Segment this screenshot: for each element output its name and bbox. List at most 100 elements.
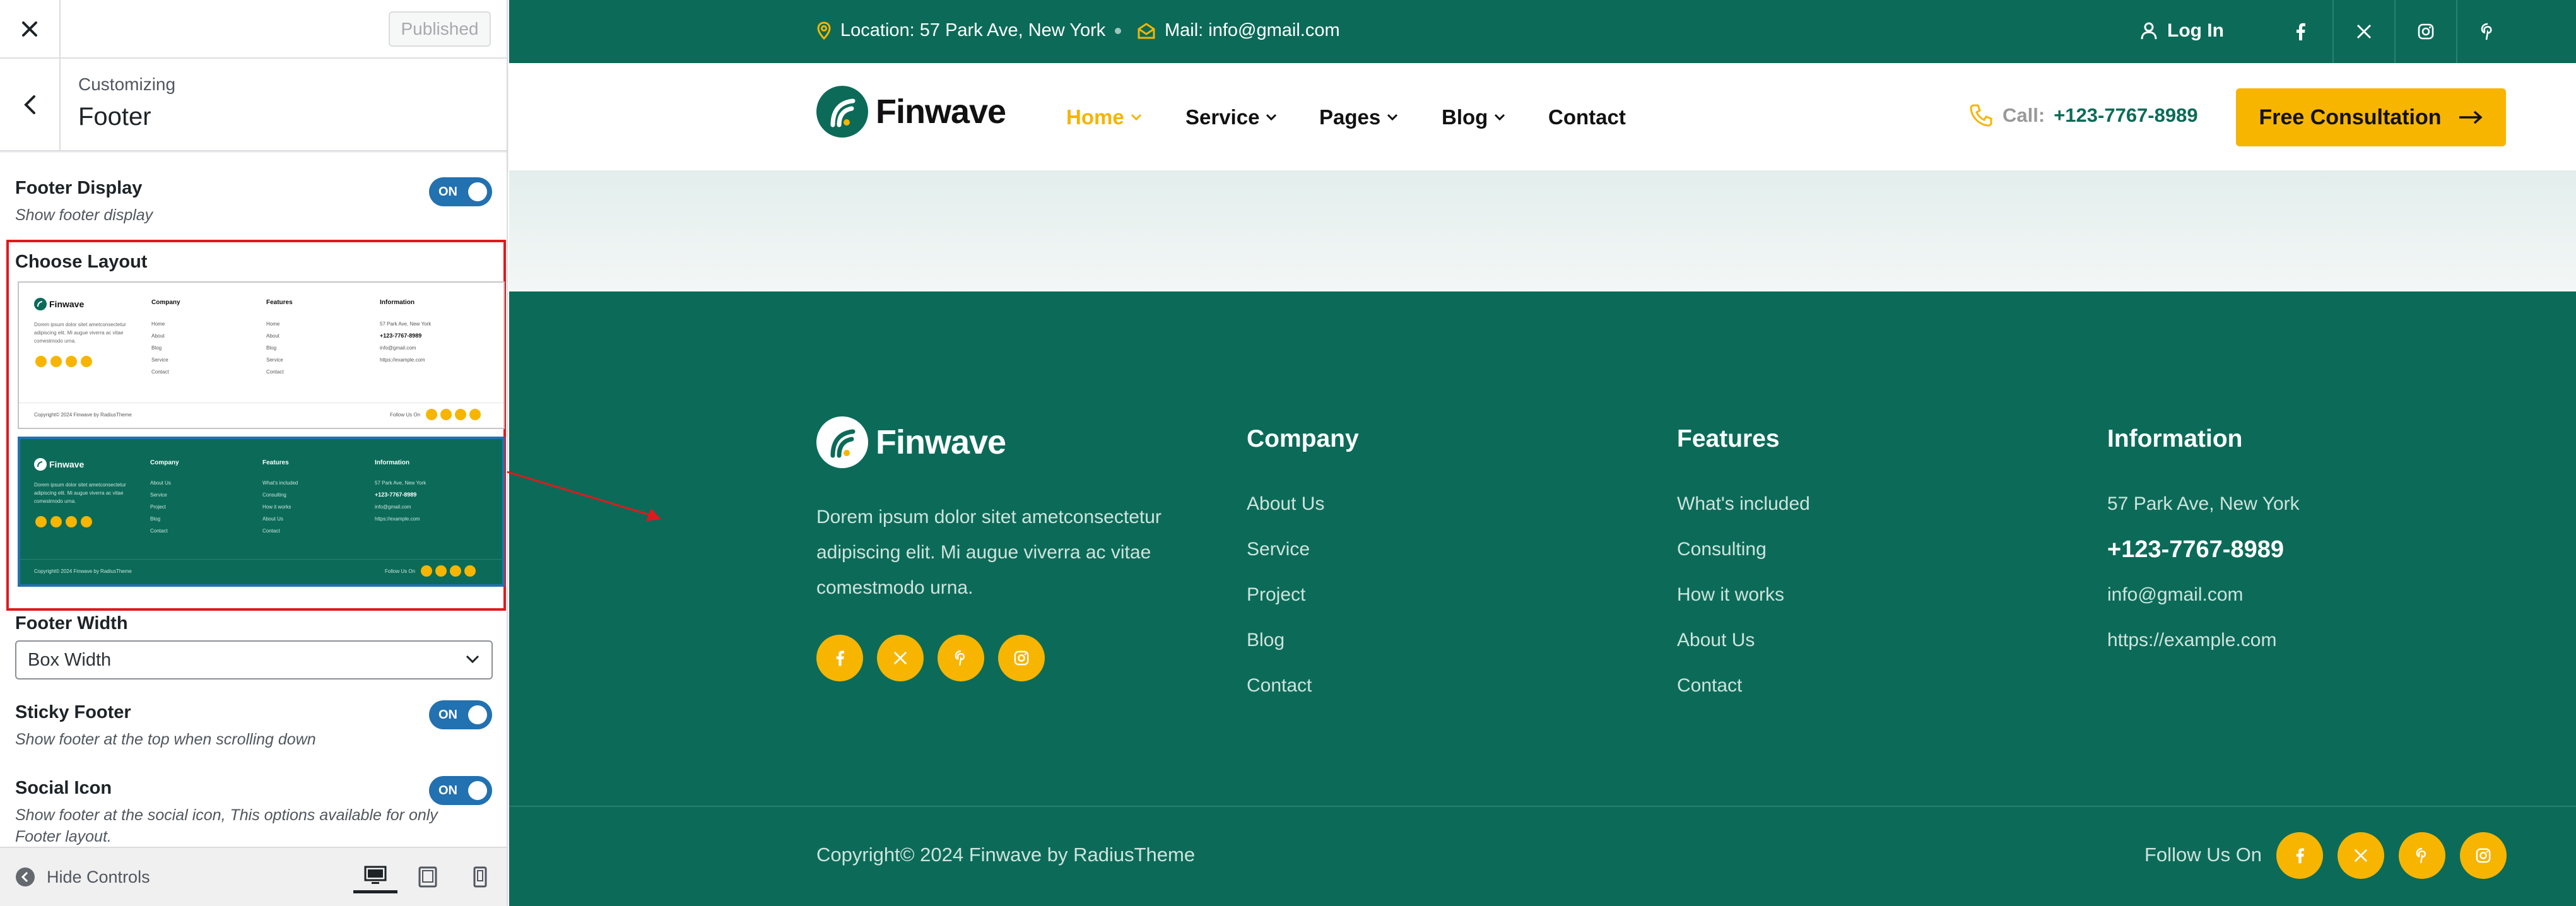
preview-tablet-button[interactable] [406, 861, 450, 893]
hide-controls-button[interactable]: Hide Controls [15, 867, 150, 887]
published-button[interactable]: Published [389, 11, 491, 47]
thumb-link: Contact [262, 528, 280, 534]
thumb-col2-title: Features [262, 459, 289, 466]
nav-blog-label: Blog [1442, 105, 1488, 129]
topbar-facebook[interactable] [2269, 0, 2331, 63]
thumb-col3: 57 Park Ave, New York +123-7767-8989 info@… [375, 477, 426, 525]
close-icon [22, 21, 37, 37]
close-button[interactable] [0, 0, 61, 58]
thumb-follow-label: Follow Us On [385, 568, 416, 574]
footer-link[interactable]: How it works [1677, 584, 1784, 606]
toggle-label: ON [438, 784, 457, 797]
thumb-divider [20, 559, 502, 560]
tablet-icon [418, 866, 437, 888]
footer-link[interactable]: What's included [1677, 493, 1810, 515]
footer-phone[interactable]: +123-7767-8989 [2107, 536, 2284, 563]
thumb-link: What's included [262, 480, 298, 486]
back-button[interactable] [0, 59, 61, 150]
footer-link[interactable]: Service [1247, 539, 1310, 560]
free-consultation-button[interactable]: Free Consultation [2236, 88, 2506, 146]
footer-email[interactable]: info@gmail.com [2107, 584, 2244, 606]
logo-icon [34, 298, 47, 310]
facebook-icon [2297, 23, 2305, 40]
user-icon [2141, 22, 2157, 40]
footer-display-title: Footer Display [15, 178, 143, 198]
topbar-x[interactable] [2332, 0, 2394, 63]
login-link[interactable]: Log In [2141, 20, 2224, 42]
toggle-knob [468, 781, 487, 800]
thumb-link: Contact [266, 369, 284, 375]
social-icon-toggle[interactable]: ON [429, 776, 492, 805]
x-icon [2354, 849, 2368, 862]
layout-option-light[interactable]: Finwave Dorem ipsum dolor sitet ametcons… [18, 281, 505, 429]
footer-x[interactable] [877, 635, 924, 681]
customizer-header: Published [0, 0, 507, 59]
chevron-down-icon [1131, 114, 1141, 121]
thumb-col1-title: Company [150, 459, 179, 466]
chevron-down-icon [466, 655, 479, 664]
nav-home[interactable]: Home [1066, 105, 1142, 129]
footer-link[interactable]: About Us [1677, 630, 1755, 651]
sticky-footer-toggle[interactable]: ON [429, 700, 492, 729]
footer-logo[interactable]: Finwave [816, 416, 1006, 468]
site-logo[interactable]: Finwave [816, 86, 1006, 138]
preview-desktop-button[interactable] [353, 861, 397, 893]
bottom-x[interactable] [2338, 832, 2384, 879]
bottom-instagram[interactable] [2460, 832, 2507, 879]
bottom-pinterest[interactable] [2399, 832, 2445, 879]
footer-pinterest[interactable] [938, 635, 984, 681]
preview-mobile-button[interactable] [458, 861, 502, 893]
footer-facebook[interactable] [816, 635, 863, 681]
pinterest-icon [66, 516, 77, 527]
thumb-col3-title: Information [375, 459, 409, 466]
thumb-link: https://example.com [380, 357, 425, 363]
topbar-pinterest[interactable] [2456, 0, 2518, 63]
chevron-down-icon [1266, 114, 1277, 121]
footer-display-toggle[interactable]: ON [429, 177, 492, 206]
toggle-label: ON [438, 708, 457, 722]
thumb-socials [35, 356, 92, 367]
footer-follow-label: Follow Us On [2144, 844, 2262, 866]
footer-width-select[interactable]: Box Width [15, 640, 493, 680]
layout-option-dark[interactable]: Finwave Dorem ipsum dolor sitet ametcons… [18, 437, 505, 587]
pinterest-icon [450, 565, 462, 577]
nav-blog[interactable]: Blog [1442, 105, 1505, 129]
facebook-icon [836, 650, 844, 666]
thumb-follow: Follow Us On [390, 409, 481, 420]
thumb-logo: Finwave [34, 458, 84, 471]
topbar-mail[interactable]: Mail: info@gmail.com [1137, 20, 1340, 41]
thumb-col1: About Us Service Project Blog Contact [150, 477, 171, 537]
topbar-instagram[interactable] [2394, 0, 2456, 63]
login-label: Log In [2167, 20, 2224, 41]
instagram-icon [464, 565, 476, 577]
footer-link[interactable]: Blog [1247, 630, 1285, 651]
x-icon [50, 356, 62, 367]
call-info[interactable]: Call: +123-7767-8989 [1968, 103, 2198, 128]
footer-link[interactable]: About Us [1247, 493, 1324, 515]
nav-pages[interactable]: Pages [1319, 105, 1398, 129]
social-icon-desc: Show footer at the social icon, This opt… [15, 806, 438, 845]
footer-brand-name: Finwave [876, 423, 1006, 461]
facebook-icon [2296, 848, 2304, 864]
footer-link[interactable]: Consulting [1677, 539, 1767, 560]
footer-link[interactable]: Contact [1677, 675, 1742, 697]
footer-link[interactable]: Project [1247, 584, 1305, 606]
chevron-down-icon [1387, 114, 1398, 121]
footer-url[interactable]: https://example.com [2107, 630, 2276, 651]
footer-width-title: Footer Width [15, 613, 128, 633]
footer-copyright: Copyright© 2024 Finwave by RadiusTheme [816, 844, 1196, 866]
x-icon [435, 565, 447, 577]
hide-controls-label: Hide Controls [47, 867, 150, 886]
nav-contact[interactable]: Contact [1548, 105, 1626, 129]
footer-link[interactable]: Contact [1247, 675, 1312, 697]
site-footer: Finwave Dorem ipsum dolor sitet ametcons… [509, 291, 2576, 906]
thumb-col2: What's included Consulting How it works Abo… [262, 477, 298, 537]
footer-instagram[interactable] [998, 635, 1045, 681]
toggle-knob [468, 705, 487, 724]
bottom-facebook[interactable] [2276, 832, 2323, 879]
footer-display-desc: Show footer display [15, 206, 153, 224]
thumb-link: About [151, 333, 165, 339]
thumb-link: Blog [150, 516, 161, 522]
nav-service[interactable]: Service [1185, 105, 1277, 129]
arrow-right-icon [2459, 110, 2483, 124]
